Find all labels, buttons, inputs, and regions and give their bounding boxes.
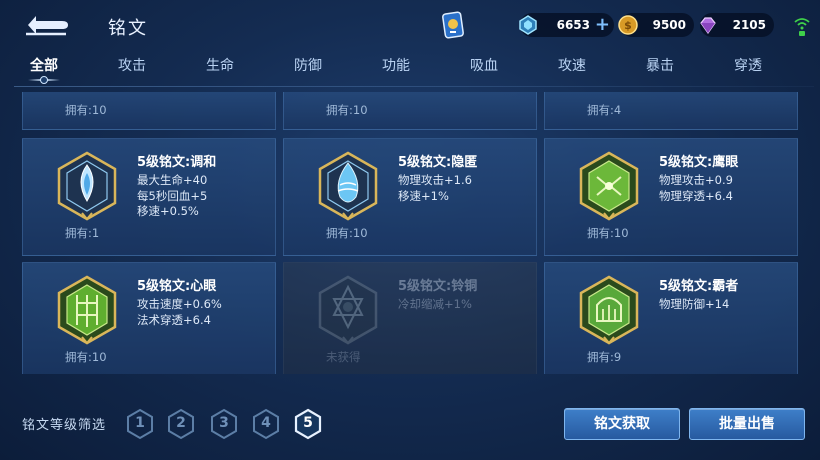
tabs-divider (14, 86, 814, 87)
rune-emblem-icon (318, 151, 378, 221)
back-arrow-icon[interactable] (22, 12, 72, 38)
rune-emblem-icon (579, 151, 639, 221)
tab-utility[interactable]: 功能 (366, 52, 426, 82)
rune-name: 5级铭文:心眼 (137, 279, 217, 294)
rune-stat: 物理防御+14 (659, 297, 730, 311)
tab-crit[interactable]: 暴击 (630, 52, 690, 82)
level-filter-5-selected[interactable]: 5 (293, 408, 323, 440)
get-runes-button[interactable]: 铭文获取 (564, 408, 680, 440)
owned-count: 拥有:1 (65, 226, 100, 240)
owned-count: 拥有:4 (587, 103, 622, 117)
rune-card-locked[interactable]: 5级铭文:铃铜 冷却缩减+1% 未获得 (283, 262, 537, 374)
rune-card-mindseye[interactable]: 5级铭文:心眼 攻击速度+0.6% 法术穿透+6.4 拥有:10 (22, 262, 276, 374)
gold-balance: $ 9500 (618, 13, 694, 37)
rune-card-overlord[interactable]: 5级铭文:霸者 物理防御+14 拥有:9 (544, 262, 798, 374)
rune-card-hawkeye[interactable]: 5级铭文:鹰眼 物理攻击+0.9 物理穿透+6.4 拥有:10 (544, 138, 798, 256)
owned-count: 拥有:9 (587, 350, 622, 364)
tab-attack-speed[interactable]: 攻速 (542, 52, 602, 82)
rune-stat: 移速+1% (398, 188, 449, 203)
coupon-value: 6653 (556, 18, 590, 32)
rune-stat: 物理攻击+1.6 (398, 173, 472, 187)
level-number: 1 (135, 415, 145, 431)
level-number: 2 (176, 415, 186, 431)
rune-stat: 冷却缩减+1% (398, 297, 472, 311)
add-coupon-button[interactable]: + (595, 16, 610, 34)
level-filter-2[interactable]: 2 (166, 408, 196, 440)
owned-count: 拥有:10 (326, 226, 368, 240)
rune-stats: 攻击速度+0.6% 法术穿透+6.4 (137, 297, 222, 328)
rune-stat: 最大生命+40 (137, 173, 208, 187)
owned-count: 拥有:10 (65, 350, 107, 364)
level-filter-3[interactable]: 3 (209, 408, 239, 440)
level-filter-4[interactable]: 4 (251, 408, 281, 440)
level-number: 5 (303, 415, 313, 431)
tab-attack[interactable]: 攻击 (102, 52, 162, 82)
rune-name: 5级铭文:铃铜 (398, 279, 478, 294)
rune-stats: 冷却缩减+1% (398, 297, 472, 313)
rune-stat: 法术穿透+6.4 (137, 312, 211, 327)
gem-value: 2105 (732, 18, 766, 32)
rune-card-icon[interactable] (440, 10, 466, 40)
gem-icon (700, 17, 716, 35)
owned-count: 拥有:10 (326, 103, 368, 117)
rune-name: 5级铭文:鹰眼 (659, 155, 739, 170)
gold-value: 9500 (652, 18, 686, 32)
rune-card[interactable]: 拥有:10 (283, 92, 537, 130)
level-number: 3 (219, 415, 229, 431)
rune-stats: 物理攻击+0.9 物理穿透+6.4 (659, 173, 733, 204)
rune-card-stealth[interactable]: 5级铭文:隐匿 物理攻击+1.6 移速+1% 拥有:10 (283, 138, 537, 256)
rune-stat: 移速+0.5% (137, 204, 199, 218)
coupon-balance: 6653 + (519, 13, 614, 37)
rune-card[interactable]: 拥有:4 (544, 92, 798, 130)
active-tab-dot (40, 76, 48, 84)
rune-stats: 物理防御+14 (659, 297, 729, 313)
rune-name: 5级铭文:霸者 (659, 279, 739, 294)
svg-text:$: $ (624, 19, 632, 32)
rune-card[interactable]: 拥有:10 (22, 92, 276, 130)
level-filter-1[interactable]: 1 (125, 408, 155, 440)
rune-stat: 物理攻击+0.9 (659, 173, 733, 187)
rune-stat: 攻击速度+0.6% (137, 297, 222, 311)
diamond-coupon-icon (519, 15, 537, 35)
wifi-signal-icon (794, 18, 810, 36)
owned-count: 未获得 (326, 350, 361, 364)
tab-lifesteal[interactable]: 吸血 (454, 52, 514, 82)
rune-stats: 最大生命+40 每5秒回血+5 移速+0.5% (137, 173, 207, 220)
rune-grid[interactable]: 拥有:10 拥有:10 拥有:4 5级铭文:调和 最大生命+40 每5秒回血+5… (22, 92, 798, 374)
tab-penetration[interactable]: 穿透 (718, 52, 778, 82)
rune-emblem-icon (57, 151, 117, 221)
level-filter-label: 铭文等级筛选 (22, 418, 107, 433)
gold-coin-icon: $ (618, 15, 638, 35)
page-title: 铭文 (108, 18, 148, 39)
bulk-sell-button[interactable]: 批量出售 (689, 408, 805, 440)
rune-stats: 物理攻击+1.6 移速+1% (398, 173, 472, 204)
rune-stat: 每5秒回血+5 (137, 188, 208, 203)
rune-stat: 物理穿透+6.4 (659, 188, 733, 203)
rune-name: 5级铭文:隐匿 (398, 155, 478, 170)
category-tabs: 全部 攻击 生命 防御 功能 吸血 攻速 暴击 穿透 (14, 52, 814, 84)
rune-emblem-icon (57, 275, 117, 345)
level-number: 4 (261, 415, 271, 431)
rune-emblem-icon (579, 275, 639, 345)
top-bar: 铭文 6653 + $ 9500 2105 (0, 0, 820, 50)
rune-emblem-icon (318, 275, 378, 345)
tab-health[interactable]: 生命 (190, 52, 250, 82)
tab-defense[interactable]: 防御 (278, 52, 338, 82)
rune-card-harmony[interactable]: 5级铭文:调和 最大生命+40 每5秒回血+5 移速+0.5% 拥有:1 (22, 138, 276, 256)
gem-balance: 2105 (700, 13, 774, 37)
rune-name: 5级铭文:调和 (137, 155, 217, 170)
owned-count: 拥有:10 (65, 103, 107, 117)
owned-count: 拥有:10 (587, 226, 629, 240)
